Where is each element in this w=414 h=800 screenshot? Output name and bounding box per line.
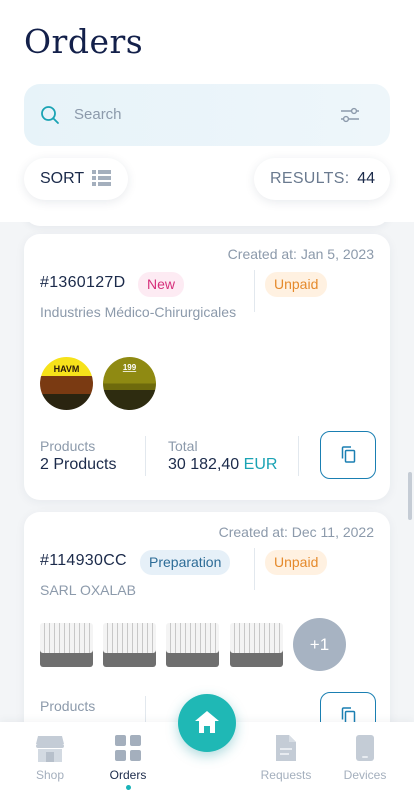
payment-badge: Unpaid <box>265 550 328 575</box>
products-value: 2 Products <box>40 456 117 473</box>
copy-icon <box>341 707 356 722</box>
orders-list[interactable]: Created at: Jan 5, 2023 #1360127D New Un… <box>0 222 414 722</box>
order-card[interactable]: Created at: Jan 5, 2023 #1360127D New Un… <box>24 234 390 500</box>
created-date: Created at: Dec 11, 2022 <box>218 524 374 540</box>
nav-orders-label: Orders <box>109 768 147 782</box>
results-counter: RESULTS: 44 <box>254 158 390 200</box>
total-value: 30 182,40 EUR <box>168 456 277 474</box>
divider <box>298 436 299 476</box>
payment-badge: Unpaid <box>265 272 328 297</box>
status-badge: New <box>138 272 185 297</box>
product-image: HAVM <box>54 364 80 374</box>
divider <box>145 696 146 722</box>
grid-icon <box>115 735 141 761</box>
document-icon <box>276 735 296 761</box>
divider <box>145 436 146 476</box>
thumbnail-label: 199 <box>123 363 137 372</box>
search-input[interactable]: Search <box>74 106 122 123</box>
home-icon <box>195 711 219 733</box>
nav-requests-label: Requests <box>260 768 312 782</box>
product-thumbnail <box>230 623 283 667</box>
results-count: 44 <box>357 170 375 187</box>
total-amount: 30 182,40 <box>168 456 240 473</box>
nav-shop-label: Shop <box>35 768 65 782</box>
nav-shop[interactable]: Shop <box>15 734 85 782</box>
header: Orders Search SORT RESULTS: 44 <box>0 0 414 222</box>
list-icon <box>92 170 111 186</box>
sort-label: SORT <box>40 170 85 187</box>
product-thumbnail <box>166 623 219 667</box>
page-title: Orders <box>24 22 144 61</box>
product-thumbnail: HAVM <box>40 357 93 410</box>
products-label: Products <box>40 698 96 714</box>
copy-icon <box>341 446 356 463</box>
search-bar[interactable]: Search <box>24 84 390 146</box>
sort-button[interactable]: SORT <box>24 158 128 200</box>
product-thumbnail: 199 <box>103 357 156 410</box>
active-indicator <box>126 785 131 790</box>
phone-icon <box>356 735 374 761</box>
company-name: Industries Médico-Chirurgicales <box>40 304 237 320</box>
more-products-count[interactable]: +1 <box>293 618 346 671</box>
nav-requests[interactable]: Requests <box>251 734 321 782</box>
currency: EUR <box>243 456 278 473</box>
copy-order-button[interactable] <box>320 431 376 479</box>
order-card[interactable]: Created at: Dec 11, 2022 #114930CC Prepa… <box>24 512 390 722</box>
scrollbar[interactable] <box>408 472 412 520</box>
status-badge: Preparation <box>140 550 231 575</box>
divider <box>254 270 255 312</box>
divider <box>254 548 255 590</box>
nav-devices-label: Devices <box>343 768 387 782</box>
nav-devices[interactable]: Devices <box>330 734 400 782</box>
products-label: Products <box>40 438 96 454</box>
results-label: RESULTS: <box>270 170 350 187</box>
total-label: Total <box>168 438 198 454</box>
previous-order-card[interactable] <box>24 222 390 226</box>
home-button[interactable] <box>178 694 236 752</box>
nav-orders[interactable]: Orders <box>93 734 163 782</box>
order-id: #114930CC <box>40 552 127 569</box>
product-thumbnail <box>40 623 93 667</box>
product-thumbnail <box>103 623 156 667</box>
company-name: SARL OXALAB <box>40 582 136 598</box>
thumbnail-label: HAVM <box>54 364 80 374</box>
created-date: Created at: Jan 5, 2023 <box>227 246 374 262</box>
filter-sliders-icon[interactable] <box>340 107 360 123</box>
order-id: #1360127D <box>40 274 126 291</box>
product-image: 199 <box>123 363 137 372</box>
shop-icon <box>36 736 64 762</box>
search-icon <box>41 106 59 124</box>
copy-order-button[interactable] <box>320 692 376 722</box>
